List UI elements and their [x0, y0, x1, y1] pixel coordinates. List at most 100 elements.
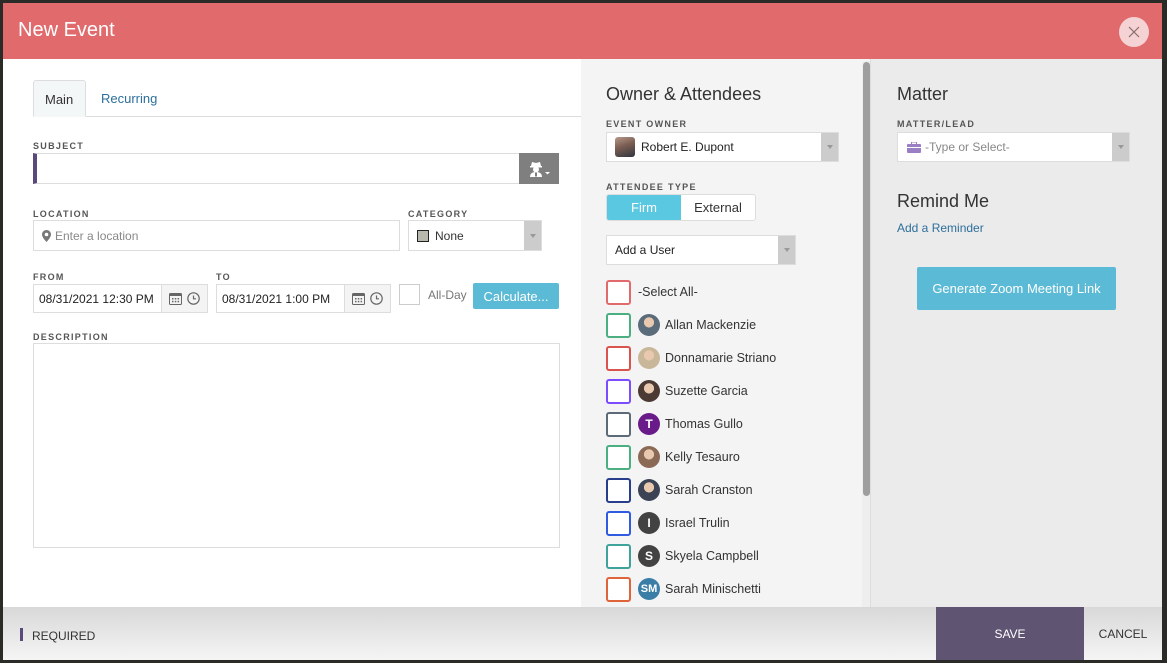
close-icon	[1128, 26, 1140, 38]
chevron-down-icon[interactable]	[778, 236, 795, 264]
attendee-name: Thomas Gullo	[665, 417, 743, 431]
close-button[interactable]	[1119, 17, 1149, 47]
tab-bar: Main Recurring	[33, 80, 581, 117]
avatar-initials: T	[638, 413, 660, 435]
attendee-checkbox[interactable]	[606, 576, 631, 602]
remind-me-title: Remind Me	[897, 191, 990, 211]
clock-icon[interactable]	[370, 292, 383, 305]
chevron-down-icon[interactable]	[821, 133, 838, 161]
avatar-photo	[638, 446, 660, 468]
map-pin-icon	[42, 229, 51, 242]
incognito-icon	[530, 161, 550, 177]
subject-field-wrapper	[33, 153, 559, 184]
subject-input[interactable]	[37, 154, 517, 183]
private-toggle-button[interactable]	[519, 153, 559, 184]
matter-title: Matter	[897, 84, 949, 104]
category-label: CATEGORY	[408, 209, 469, 219]
briefcase-icon	[907, 141, 921, 153]
required-indicator	[20, 628, 23, 641]
to-picker-buttons	[344, 285, 390, 312]
category-select[interactable]: None	[408, 220, 542, 251]
avatar-photo	[638, 380, 660, 402]
attendee-row: Allan Mackenzie	[606, 312, 836, 338]
new-event-modal: New Event Main Recurring SUBJECT LOCATIO…	[3, 3, 1162, 660]
all-day-checkbox[interactable]	[399, 284, 420, 305]
to-label: TO	[216, 272, 231, 282]
chevron-down-icon[interactable]	[524, 221, 541, 250]
from-datetime-input[interactable]	[34, 285, 161, 312]
tab-recurring[interactable]: Recurring	[90, 80, 168, 117]
attendee-row: SM Sarah Minischetti	[606, 576, 836, 602]
attendee-checkbox[interactable]	[606, 543, 631, 569]
from-datetime-field	[33, 284, 208, 313]
subject-label: SUBJECT	[33, 141, 85, 151]
attendee-name: Kelly Tesauro	[665, 450, 740, 464]
description-label: DESCRIPTION	[33, 332, 109, 342]
attendee-name: Sarah Cranston	[665, 483, 753, 497]
generate-zoom-link-button[interactable]: Generate Zoom Meeting Link	[917, 267, 1116, 310]
attendee-checkbox[interactable]	[606, 510, 631, 536]
avatar-photo	[638, 314, 660, 336]
save-button[interactable]: SAVE	[936, 607, 1084, 660]
avatar-photo	[638, 347, 660, 369]
attendee-name: Donnamarie Striano	[665, 351, 777, 365]
location-field-wrapper	[33, 220, 400, 251]
select-all-row: -Select All-	[606, 279, 836, 305]
matter-lead-placeholder: -Type or Select-	[925, 140, 1010, 154]
category-value: None	[435, 228, 464, 243]
scrollbar-thumb[interactable]	[863, 62, 870, 496]
location-input[interactable]	[55, 221, 375, 250]
attendee-checkbox[interactable]	[606, 411, 631, 437]
modal-footer: REQUIRED SAVE CANCEL	[3, 607, 1162, 660]
calendar-icon[interactable]	[352, 292, 365, 305]
modal-header: New Event	[3, 3, 1162, 59]
avatar-initials: S	[638, 545, 660, 567]
select-all-label: -Select All-	[638, 285, 698, 299]
main-panel: Main Recurring SUBJECT LOCATION CAT	[3, 59, 581, 607]
event-owner-label: EVENT OWNER	[606, 119, 688, 129]
location-label: LOCATION	[33, 209, 90, 219]
owner-attendees-title: Owner & Attendees	[606, 84, 762, 104]
chevron-down-icon[interactable]	[1112, 133, 1129, 161]
attendee-checkbox[interactable]	[606, 312, 631, 338]
attendee-type-firm[interactable]: Firm	[607, 195, 681, 220]
attendee-type-toggle: Firm External	[606, 194, 756, 221]
attendee-type-label: ATTENDEE TYPE	[606, 182, 697, 192]
owner-avatar	[615, 137, 635, 157]
attendee-checkbox[interactable]	[606, 444, 631, 470]
matter-lead-select[interactable]: -Type or Select-	[897, 132, 1130, 162]
attendee-type-external[interactable]: External	[681, 195, 755, 220]
select-all-checkbox[interactable]	[606, 279, 631, 305]
avatar-photo	[638, 479, 660, 501]
attendee-checkbox[interactable]	[606, 477, 631, 503]
attendee-row: Kelly Tesauro	[606, 444, 836, 470]
attendee-checkbox[interactable]	[606, 345, 631, 371]
calendar-icon[interactable]	[169, 292, 182, 305]
attendee-row: I Israel Trulin	[606, 510, 836, 536]
avatar-initials: SM	[638, 578, 660, 600]
add-reminder-link[interactable]: Add a Reminder	[897, 221, 984, 235]
matter-lead-label: MATTER/LEAD	[897, 119, 976, 129]
event-owner-select[interactable]: Robert E. Dupont	[606, 132, 839, 162]
attendee-name: Skyela Campbell	[665, 549, 759, 563]
attendee-name: Sarah Minischetti	[665, 582, 761, 596]
event-owner-value: Robert E. Dupont	[641, 140, 734, 154]
description-textarea[interactable]	[33, 343, 560, 548]
tab-main[interactable]: Main	[33, 80, 86, 117]
category-color-swatch	[417, 229, 429, 242]
modal-title: New Event	[18, 19, 115, 41]
to-datetime-field	[216, 284, 391, 313]
cancel-button[interactable]: CANCEL	[1084, 607, 1162, 660]
to-datetime-input[interactable]	[217, 285, 344, 312]
from-label: FROM	[33, 272, 65, 282]
attendee-row: Suzette Garcia	[606, 378, 836, 404]
add-user-select[interactable]: Add a User	[606, 235, 796, 265]
avatar-initials: I	[638, 512, 660, 534]
required-legend: REQUIRED	[32, 629, 96, 643]
add-user-label: Add a User	[615, 243, 676, 257]
all-day-label: All-Day	[428, 288, 467, 302]
attendee-row: S Skyela Campbell	[606, 543, 836, 569]
calculate-button[interactable]: Calculate...	[473, 283, 559, 309]
clock-icon[interactable]	[187, 292, 200, 305]
attendee-checkbox[interactable]	[606, 378, 631, 404]
